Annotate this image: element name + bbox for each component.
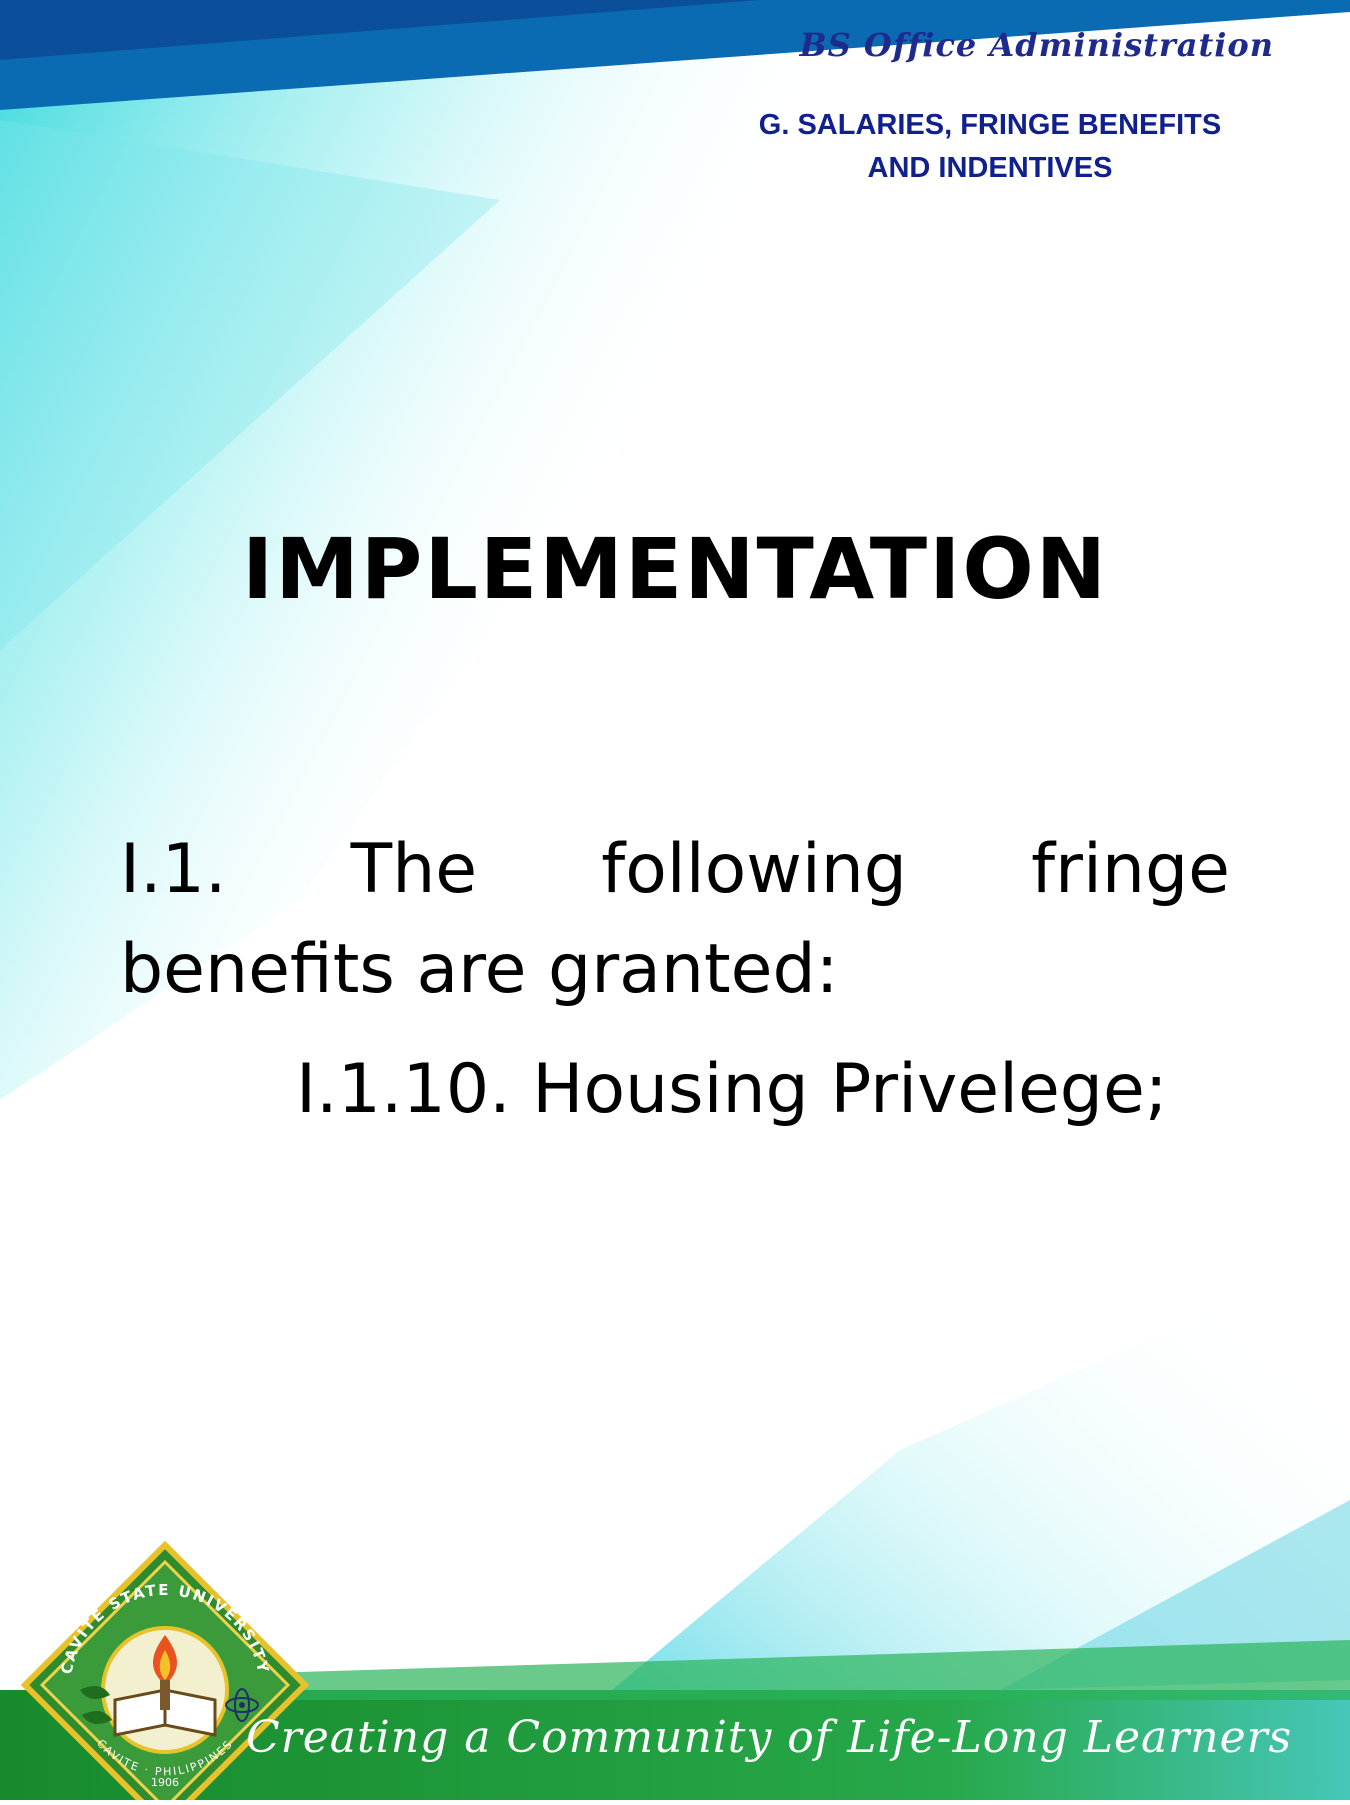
clause-number: I.1. bbox=[120, 830, 227, 909]
page-heading: IMPLEMENTATION bbox=[241, 520, 1109, 618]
clause-paragraph: I.1. The following fringe benefits are g… bbox=[120, 820, 1230, 1020]
clause-word: fringe bbox=[1031, 830, 1230, 909]
subclause-item: I.1.10. Housing Privelege; bbox=[296, 1050, 1168, 1129]
clause-word: The bbox=[350, 830, 478, 909]
section-title-line1: G. SALARIES, FRINGE BENEFITS bbox=[758, 109, 1222, 141]
seal-year: 1906 bbox=[151, 1776, 179, 1789]
section-title-line2: AND INDENTIVES bbox=[867, 152, 1113, 184]
clause-first-line: I.1. The following fringe bbox=[120, 820, 1230, 920]
program-title: BS Office Administration bbox=[799, 26, 1274, 64]
section-title: G. SALARIES, FRINGE BENEFITS AND INDENTI… bbox=[700, 104, 1280, 190]
clause-word: following bbox=[601, 830, 907, 909]
footer-motto: Creating a Community of Life-Long Learne… bbox=[246, 1712, 1293, 1763]
clause-continuation: benefits are granted: bbox=[120, 930, 839, 1009]
